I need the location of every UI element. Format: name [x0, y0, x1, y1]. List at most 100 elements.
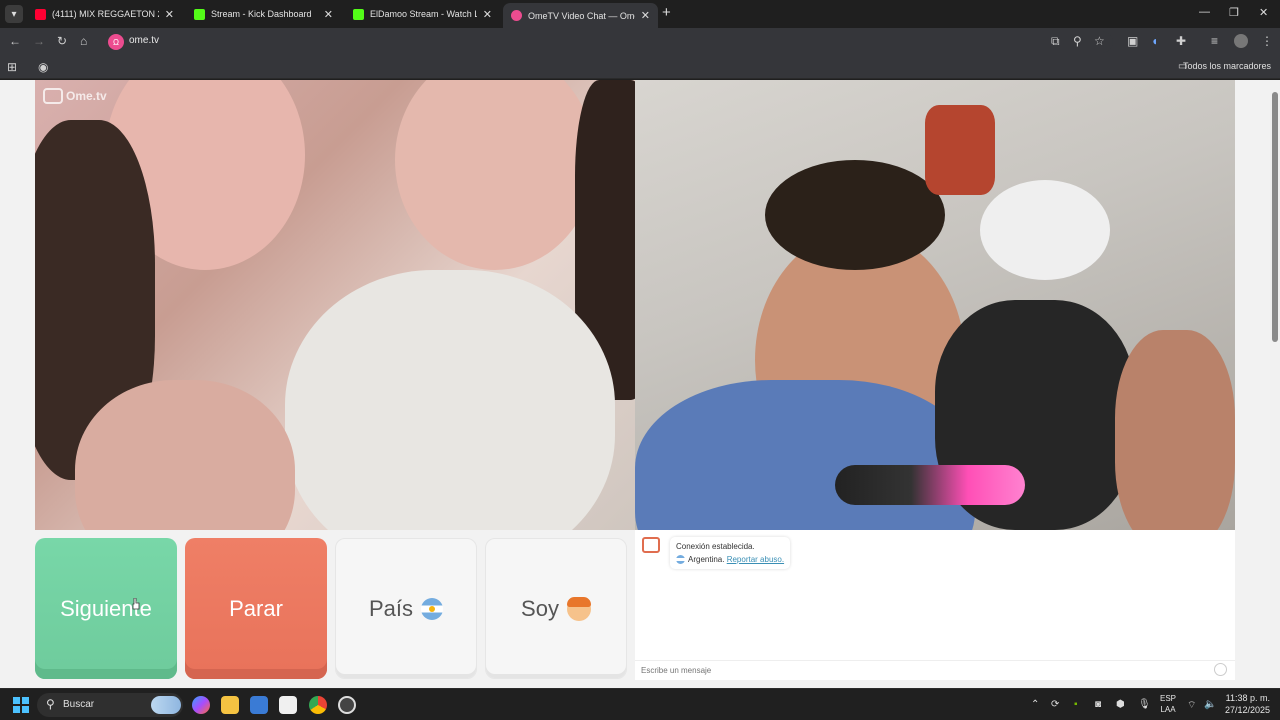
- chat-panel: Conexión establecida. Argentina. Reporta…: [635, 530, 1235, 680]
- video-figure: [980, 180, 1110, 280]
- chrome-icon[interactable]: [309, 696, 327, 714]
- emoji-icon[interactable]: [1214, 663, 1227, 676]
- sync-icon[interactable]: ⟳: [1051, 699, 1059, 710]
- stranger-country-line: Argentina. Reportar abuso.: [676, 553, 784, 566]
- video-figure: [765, 160, 945, 270]
- input-language[interactable]: ESP LAA: [1160, 693, 1176, 715]
- url-text[interactable]: ome.tv: [129, 35, 159, 46]
- gender-button[interactable]: Soy: [485, 538, 627, 679]
- report-abuse-link[interactable]: Reportar abuso.: [727, 555, 784, 564]
- tab-title: OmeTV Video Chat — Ome: [528, 10, 635, 21]
- restore-icon[interactable]: ❐: [1229, 6, 1239, 19]
- obs-icon[interactable]: [338, 696, 356, 714]
- tray-overflow-icon[interactable]: ⌃: [1031, 699, 1039, 710]
- ometv-icon: [511, 10, 522, 21]
- close-icon[interactable]: ✕: [483, 8, 492, 21]
- stranger-video: Ome.tv: [35, 80, 635, 530]
- tab-search-icon[interactable]: ▾: [5, 5, 23, 23]
- connection-status: Conexión establecida.: [676, 542, 755, 551]
- page-scrollbar[interactable]: [1270, 80, 1280, 688]
- watermark-text: Ome.tv: [66, 89, 107, 103]
- close-icon[interactable]: ✕: [324, 8, 333, 21]
- video-figure: [925, 105, 995, 195]
- wifi-icon[interactable]: ⌔: [1187, 699, 1196, 712]
- extensions-puzzle-icon[interactable]: ✚: [1176, 34, 1186, 48]
- address-bar[interactable]: Ω ome.tv: [103, 31, 1113, 53]
- home-icon[interactable]: ⌂: [80, 34, 87, 48]
- country-button[interactable]: País: [335, 538, 477, 679]
- store-icon[interactable]: [250, 696, 268, 714]
- lang-bottom: LAA: [1160, 705, 1176, 714]
- install-app-icon[interactable]: ⧉: [1051, 34, 1060, 48]
- menu-kebab-icon[interactable]: ⋮: [1261, 34, 1273, 48]
- discord-icon[interactable]: ◙: [1095, 699, 1101, 710]
- search-highlight-art: [151, 696, 181, 714]
- video-figure: [1115, 330, 1235, 530]
- nvidia-icon[interactable]: ▪: [1074, 699, 1078, 710]
- taskbar-search[interactable]: ⚲ Buscar: [37, 693, 183, 717]
- extension-capture-icon[interactable]: ▣: [1127, 34, 1138, 48]
- media-control-icon[interactable]: ≡: [1211, 34, 1218, 48]
- tab-title: ElDamoo Stream - Watch Live o: [370, 9, 477, 19]
- window-close-icon[interactable]: ✕: [1259, 6, 1268, 19]
- tab-youtube[interactable]: (4111) MIX REGGAETON 2025 | ✕: [27, 3, 182, 25]
- tab-kick-dashboard[interactable]: Stream - Kick Dashboard ✕: [186, 3, 341, 25]
- tab-strip: ▾ (4111) MIX REGGAETON 2025 | ✕ Stream -…: [0, 0, 1280, 28]
- scrollbar-thumb[interactable]: [1272, 92, 1278, 342]
- chat-message-input[interactable]: [635, 660, 1235, 680]
- browser-toolbar: ← → ↻ ⌂ Ω ome.tv ⧉ ⚲ ☆ ▣ ◖ ✚ ≡ ⋮: [0, 28, 1280, 56]
- bookmark-globe-icon[interactable]: ◉: [38, 60, 48, 74]
- stranger-country: Argentina.: [688, 555, 725, 564]
- video-figure: [635, 380, 975, 530]
- back-icon[interactable]: ←: [9, 34, 21, 48]
- clock-date: 27/12/2025: [1224, 705, 1270, 715]
- lang-top: ESP: [1160, 694, 1177, 703]
- tv-icon: [43, 88, 63, 104]
- self-video: [635, 80, 1235, 530]
- tab-ometv[interactable]: OmeTV Video Chat — Ome ✕: [503, 3, 658, 28]
- kick-icon: [353, 8, 364, 20]
- ometv-page: Ome.tv Siguiente Parar País Soy Conexión…: [0, 80, 1270, 688]
- close-icon[interactable]: ✕: [165, 8, 174, 21]
- hand-cursor-icon: [132, 598, 140, 610]
- capcut-icon[interactable]: [279, 696, 297, 714]
- close-icon[interactable]: ✕: [641, 9, 650, 22]
- zoom-icon[interactable]: ⚲: [1073, 34, 1082, 48]
- search-icon: ⚲: [46, 697, 55, 711]
- boy-emoji-icon: [566, 596, 591, 621]
- windows-start-icon[interactable]: [13, 697, 29, 713]
- volume-icon[interactable]: 🔈: [1204, 699, 1216, 710]
- bookmark-star-icon[interactable]: ☆: [1094, 34, 1105, 48]
- extension-audio-icon[interactable]: ◖: [1151, 34, 1158, 48]
- profile-avatar-icon[interactable]: [1234, 34, 1248, 48]
- stop-button[interactable]: Parar: [185, 538, 327, 679]
- next-button[interactable]: Siguiente: [35, 538, 177, 679]
- tab-title: (4111) MIX REGGAETON 2025 |: [52, 9, 159, 19]
- minimize-icon[interactable]: —: [1199, 6, 1210, 18]
- gender-label: Soy: [521, 595, 559, 621]
- ometv-watermark: Ome.tv: [43, 88, 107, 104]
- network-app-icon[interactable]: ⬢: [1116, 699, 1125, 710]
- forward-icon[interactable]: →: [33, 34, 45, 48]
- new-tab-icon[interactable]: +: [662, 5, 671, 21]
- file-explorer-icon[interactable]: [221, 696, 239, 714]
- all-bookmarks-link[interactable]: Todos los marcadores: [1183, 61, 1271, 71]
- tab-title: Stream - Kick Dashboard: [211, 9, 312, 19]
- microphone-icon[interactable]: 🎙: [1138, 699, 1151, 710]
- tab-kick-stream[interactable]: ElDamoo Stream - Watch Live o ✕: [345, 3, 500, 25]
- kick-icon: [194, 8, 205, 20]
- stop-label: Parar: [229, 595, 283, 621]
- system-clock[interactable]: 11:38 p. m. 27/12/2025: [1225, 692, 1270, 716]
- reload-icon[interactable]: ↻: [57, 34, 67, 48]
- youtube-icon: [35, 8, 46, 20]
- system-message: Conexión establecida. Argentina. Reporta…: [670, 537, 791, 569]
- argentina-flag-icon: [421, 597, 444, 620]
- microphone-light: [835, 465, 1025, 505]
- copilot-icon[interactable]: [192, 696, 210, 714]
- apps-grid-icon[interactable]: ⊞: [7, 60, 17, 74]
- site-info-icon[interactable]: Ω: [108, 34, 124, 50]
- video-figure: [395, 80, 595, 270]
- clock-time: 11:38 p. m.: [1225, 693, 1270, 703]
- ometv-chat-icon: [642, 537, 660, 553]
- search-label: Buscar: [63, 699, 95, 710]
